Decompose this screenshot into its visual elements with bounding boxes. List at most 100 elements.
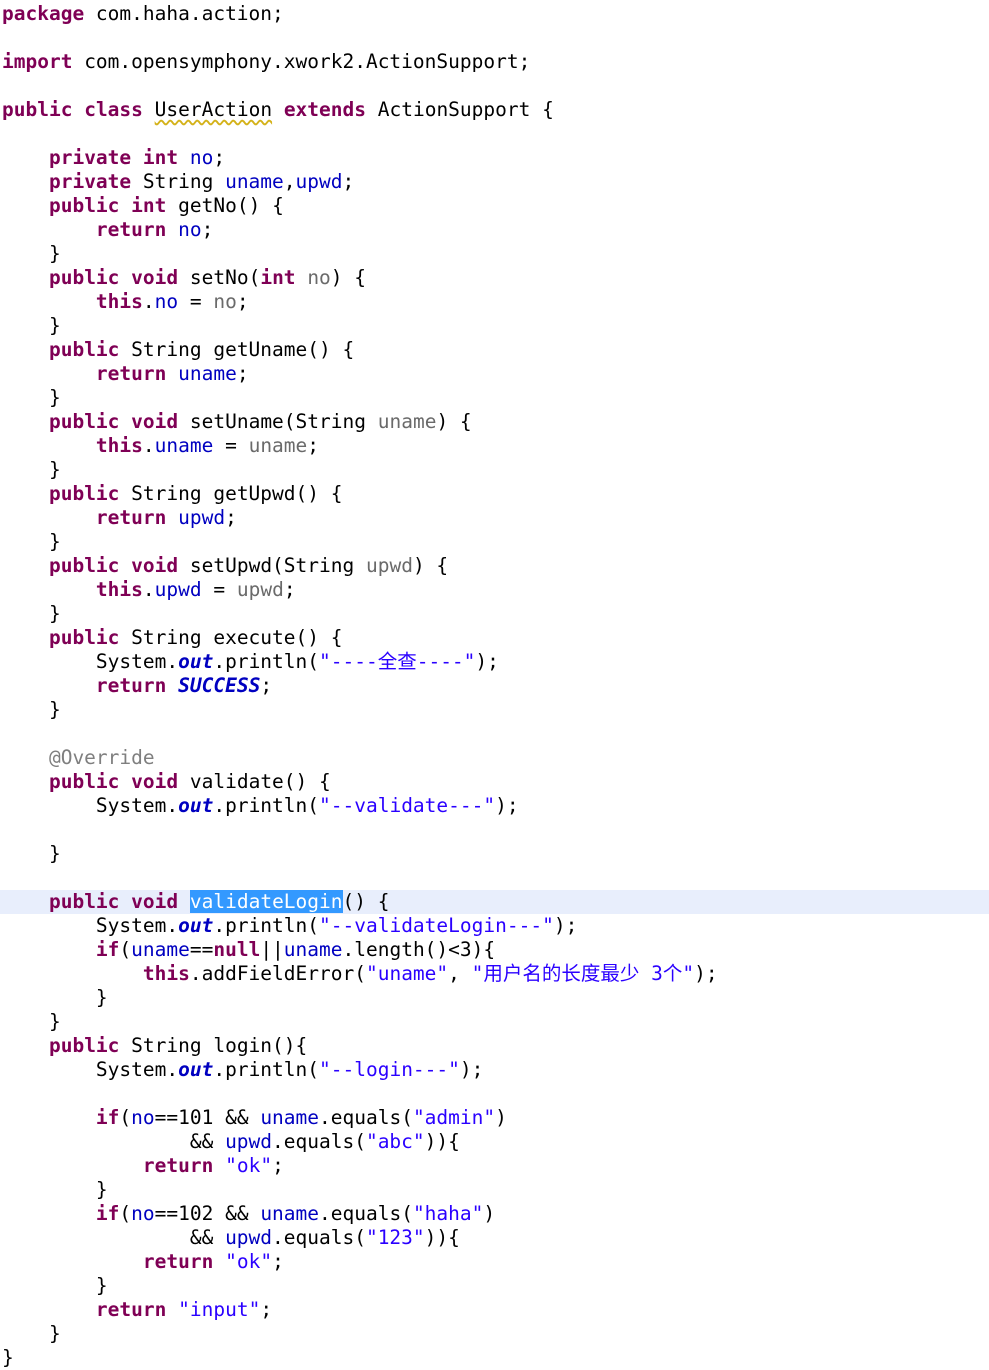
code-token: )){ — [424, 1226, 460, 1249]
code-line[interactable]: return SUCCESS; — [0, 674, 989, 698]
code-line[interactable]: import com.opensymphony.xwork2.ActionSup… — [0, 50, 989, 74]
code-token: . — [142, 578, 155, 601]
code-line[interactable]: System.out.println("--validateLogin---")… — [0, 914, 989, 938]
code-token: "123" — [365, 1226, 425, 1249]
code-line[interactable]: return uname; — [0, 362, 989, 386]
code-token: && — [2, 1130, 226, 1153]
code-line[interactable]: return "ok"; — [0, 1250, 989, 1274]
code-line[interactable]: return "ok"; — [0, 1154, 989, 1178]
code-token: ; — [307, 434, 320, 457]
code-line[interactable]: } — [0, 1322, 989, 1346]
code-line[interactable]: public String login(){ — [0, 1034, 989, 1058]
code-line[interactable] — [0, 866, 989, 890]
code-line[interactable]: if(no==102 && uname.equals("haha") — [0, 1202, 989, 1226]
code-line-current[interactable]: public void validateLogin() { — [0, 890, 989, 914]
code-line[interactable]: this.no = no; — [0, 290, 989, 314]
code-line[interactable]: public String execute() { — [0, 626, 989, 650]
code-line[interactable]: package com.haha.action; — [0, 2, 989, 26]
code-line[interactable]: System.out.println("--validate---"); — [0, 794, 989, 818]
code-line[interactable] — [0, 122, 989, 146]
code-editor-viewport[interactable]: package com.haha.action; import com.open… — [0, 0, 989, 1370]
code-line[interactable]: } — [0, 242, 989, 266]
code-token: String login(){ — [119, 1034, 308, 1057]
code-line[interactable]: public class UserAction extends ActionSu… — [0, 98, 989, 122]
code-token: int — [131, 194, 167, 217]
code-line[interactable]: return "input"; — [0, 1298, 989, 1322]
code-line[interactable]: if(no==101 && uname.equals("admin") — [0, 1106, 989, 1130]
code-line[interactable]: public String getUname() { — [0, 338, 989, 362]
code-line[interactable]: && upwd.equals("123")){ — [0, 1226, 989, 1250]
code-line[interactable] — [0, 722, 989, 746]
code-token: ; — [342, 170, 355, 193]
code-token: no — [131, 1202, 155, 1225]
code-line[interactable]: } — [0, 1274, 989, 1298]
code-token: ; — [272, 1154, 284, 1177]
code-line[interactable]: return no; — [0, 218, 989, 242]
code-line[interactable]: this.uname = uname; — [0, 434, 989, 458]
code-token: "haha" — [412, 1202, 484, 1225]
code-line[interactable] — [0, 818, 989, 842]
code-line[interactable]: public void validate() { — [0, 770, 989, 794]
code-token: uname — [248, 434, 308, 457]
code-line[interactable]: public String getUpwd() { — [0, 482, 989, 506]
code-line[interactable] — [0, 1082, 989, 1106]
code-line[interactable]: public void setUname(String uname) { — [0, 410, 989, 434]
code-line[interactable] — [0, 26, 989, 50]
code-line[interactable]: } — [0, 314, 989, 338]
code-text-surface[interactable]: package com.haha.action; import com.open… — [0, 2, 989, 1370]
code-line[interactable]: public int getNo() { — [0, 194, 989, 218]
code-token: package — [2, 2, 85, 25]
code-token: = — [201, 578, 237, 601]
code-token: private — [48, 170, 132, 193]
code-token: ==102 && — [154, 1202, 261, 1225]
code-token: "--validateLogin---" — [319, 914, 554, 937]
code-line[interactable]: } — [0, 602, 989, 626]
code-line[interactable]: public void setUpwd(String upwd) { — [0, 554, 989, 578]
code-token: .addFieldError( — [189, 962, 366, 985]
code-token: uname — [154, 434, 214, 457]
code-line[interactable]: System.out.println("----全查----"); — [0, 650, 989, 674]
code-token: } — [2, 530, 61, 553]
code-token: out — [178, 650, 214, 673]
code-line[interactable]: } — [0, 530, 989, 554]
code-token: "----全查----" — [319, 650, 476, 673]
code-token: void — [131, 410, 179, 433]
code-token: class — [84, 98, 143, 121]
code-line[interactable]: public void setNo(int no) { — [0, 266, 989, 290]
code-line[interactable]: this.upwd = upwd; — [0, 578, 989, 602]
code-token: SUCCESS — [178, 674, 261, 697]
code-line[interactable]: } — [0, 698, 989, 722]
code-token: } — [2, 986, 108, 1009]
code-token: public — [2, 98, 73, 121]
code-token: .length()<3){ — [342, 938, 496, 961]
code-token: this — [95, 578, 143, 601]
code-line[interactable]: @Override — [0, 746, 989, 770]
code-line[interactable] — [0, 74, 989, 98]
code-line[interactable]: private String uname,upwd; — [0, 170, 989, 194]
code-line[interactable]: this.addFieldError("uname", "用户名的长度最少 3个… — [0, 962, 989, 986]
code-token: import — [2, 50, 73, 73]
code-line[interactable]: } — [0, 458, 989, 482]
code-line[interactable]: } — [0, 1346, 989, 1370]
code-token: no — [189, 146, 214, 169]
code-line[interactable]: && upwd.equals("abc")){ — [0, 1130, 989, 1154]
code-line[interactable]: System.out.println("--login---"); — [0, 1058, 989, 1082]
code-line[interactable]: } — [0, 386, 989, 410]
code-token: uname — [225, 170, 284, 193]
code-line[interactable]: } — [0, 1178, 989, 1202]
code-line[interactable]: private int no; — [0, 146, 989, 170]
code-line[interactable]: } — [0, 842, 989, 866]
code-line[interactable]: return upwd; — [0, 506, 989, 530]
code-line[interactable]: } — [0, 986, 989, 1010]
code-line[interactable]: } — [0, 1010, 989, 1034]
code-line[interactable]: if(uname==null||uname.length()<3){ — [0, 938, 989, 962]
code-token: == — [189, 938, 214, 961]
